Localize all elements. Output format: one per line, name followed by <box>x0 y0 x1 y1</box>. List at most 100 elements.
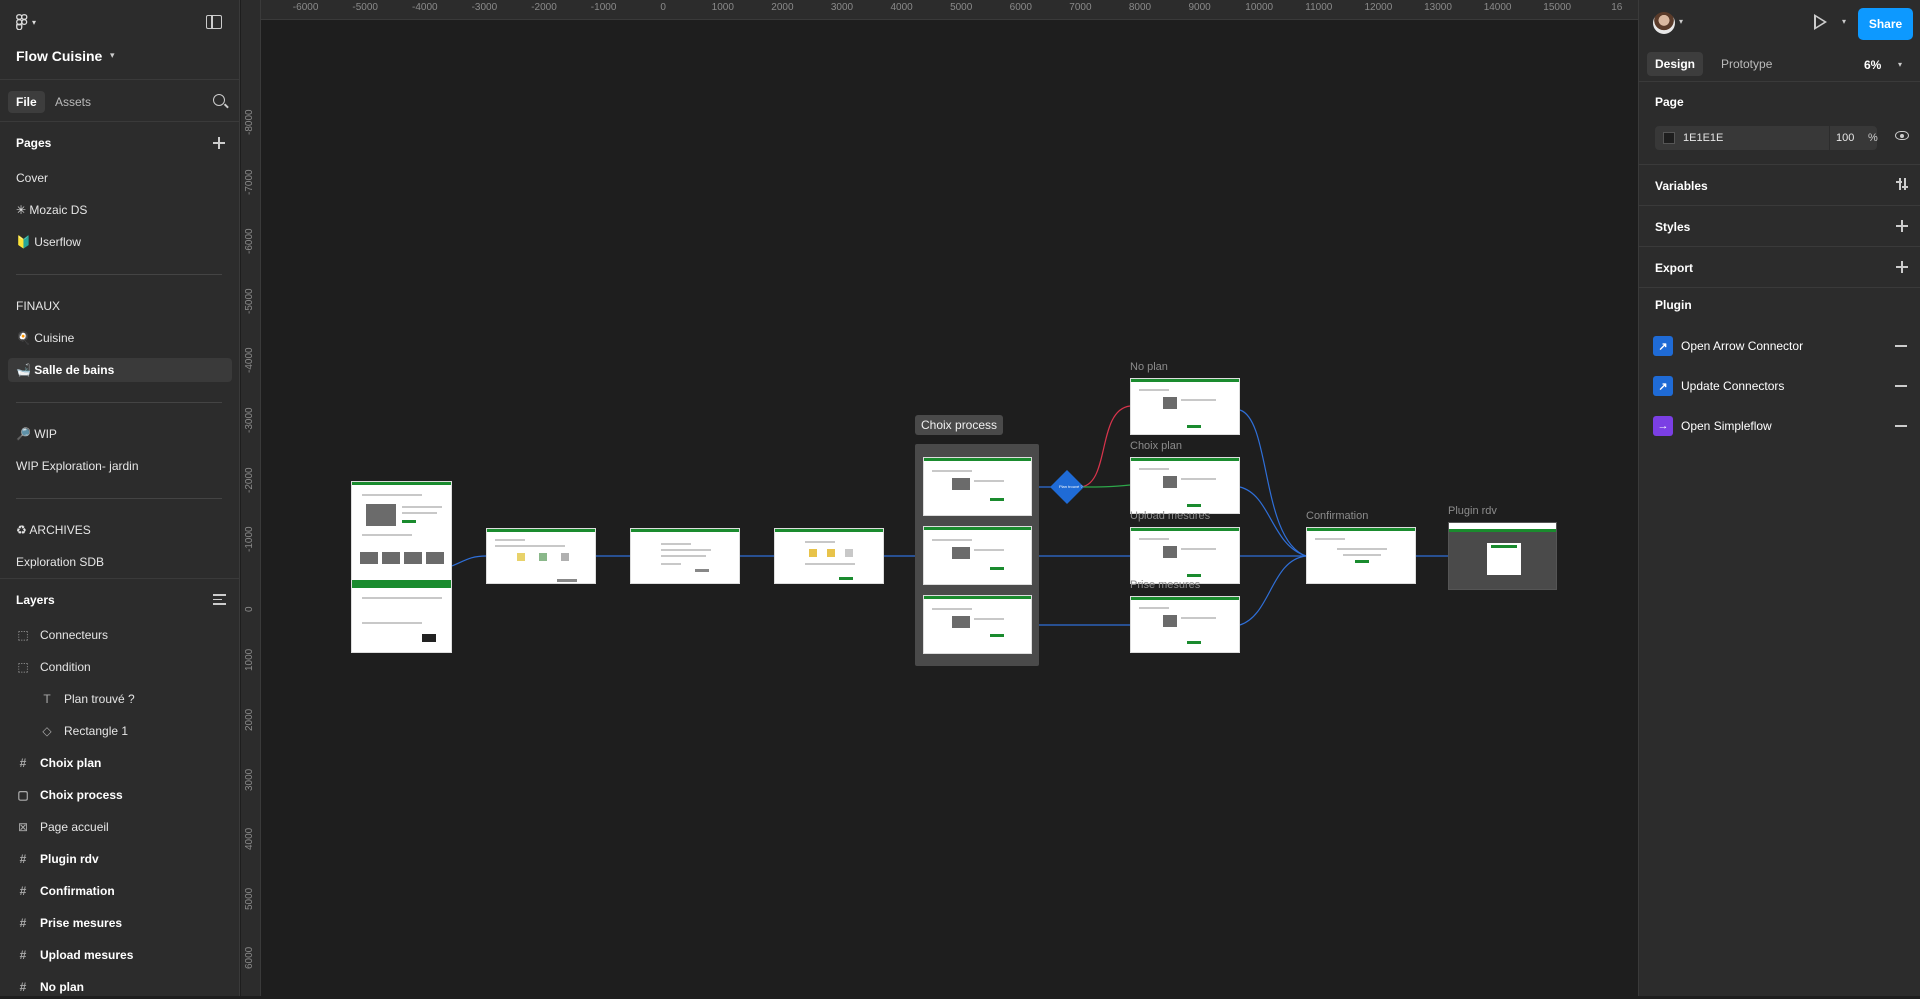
file-title[interactable]: Flow Cuisine <box>16 48 102 64</box>
layer-item[interactable]: # Prise mesures <box>16 911 122 935</box>
page-item-selected[interactable]: 🛁 Salle de bains <box>8 358 232 382</box>
file-header: ▾ Flow Cuisine ▾ <box>0 0 240 80</box>
page-item[interactable]: Cover <box>8 166 232 190</box>
page-background-field[interactable]: 1E1E1E 100 % <box>1655 126 1878 150</box>
avatar[interactable] <box>1653 12 1675 34</box>
layer-item[interactable]: ⬚ Condition <box>16 655 91 679</box>
page-opacity-value[interactable]: 100 <box>1836 126 1854 150</box>
eye-icon[interactable] <box>1895 131 1909 140</box>
frame-upload-mesures[interactable] <box>1130 527 1240 584</box>
tab-assets[interactable]: Assets <box>47 91 99 113</box>
page-section-title: Page <box>1655 95 1684 109</box>
pages-header: Pages <box>16 136 52 150</box>
layer-item[interactable]: ▢ Choix process <box>16 783 122 807</box>
frame-icon: # <box>19 948 27 962</box>
plugin-icon: → <box>1653 416 1673 436</box>
page-item[interactable]: 🔰 Userflow <box>8 230 232 254</box>
styles-title: Styles <box>1655 220 1691 234</box>
frame-label-confirmation[interactable]: Confirmation <box>1306 510 1368 522</box>
toolbar-right: ▾ ▾ Share <box>1639 0 1920 46</box>
layer-item[interactable]: # Confirmation <box>16 879 115 903</box>
layer-label: No plan <box>40 980 84 994</box>
frame-label-no-plan[interactable]: No plan <box>1130 361 1168 373</box>
main-menu-button[interactable]: ▾ <box>16 14 36 30</box>
tab-prototype[interactable]: Prototype <box>1713 52 1780 76</box>
page-item[interactable]: 🔎 WIP <box>8 422 232 446</box>
present-play-icon[interactable] <box>1814 14 1827 30</box>
frame-step-3[interactable] <box>630 528 740 584</box>
frame-plugin-rdv[interactable] <box>1448 522 1557 590</box>
layer-label: Prise mesures <box>40 916 123 930</box>
layers-header: Layers <box>16 593 55 607</box>
plugin-item[interactable]: → Open Simpleflow <box>1653 414 1772 438</box>
plugin-icon: ↗ <box>1653 336 1673 356</box>
frame-step-2[interactable] <box>486 528 596 584</box>
frame-label-upload[interactable]: Upload mesures <box>1130 510 1210 522</box>
chevron-down-icon[interactable]: ▾ <box>1679 17 1683 26</box>
add-page-icon[interactable] <box>213 137 225 149</box>
chevron-down-icon[interactable]: ▾ <box>1842 17 1846 26</box>
frame-label-prise[interactable]: Prise mesures <box>1130 579 1200 591</box>
zoom-level[interactable]: 6% <box>1864 58 1881 72</box>
add-export-icon[interactable] <box>1896 261 1908 273</box>
frame-no-plan[interactable] <box>1130 378 1240 435</box>
layer-item[interactable]: ⬚ Connecteurs <box>16 623 108 647</box>
layer-item[interactable]: ◇ Rectangle 1 <box>40 719 128 743</box>
frame-confirmation[interactable] <box>1306 527 1416 584</box>
frame-step-4[interactable] <box>774 528 884 584</box>
page-item[interactable]: FINAUX <box>8 294 232 318</box>
search-icon[interactable] <box>213 94 225 106</box>
remove-plugin-icon[interactable] <box>1895 385 1907 387</box>
layer-item[interactable]: T Plan trouvé ? <box>40 687 135 711</box>
add-style-icon[interactable] <box>1896 220 1908 232</box>
page-item[interactable]: WIP Exploration- jardin <box>8 454 232 478</box>
sidebar-toggle-icon[interactable] <box>206 15 222 29</box>
chevron-down-icon[interactable]: ▾ <box>110 50 115 61</box>
color-swatch[interactable] <box>1663 132 1675 144</box>
layer-item[interactable]: # Choix plan <box>16 751 102 775</box>
plugin-label: Update Connectors <box>1681 379 1785 393</box>
page-color-hex[interactable]: 1E1E1E <box>1683 126 1723 150</box>
layer-item[interactable]: # Upload mesures <box>16 943 134 967</box>
page-divider <box>16 274 222 275</box>
collapse-layers-icon[interactable] <box>213 594 226 605</box>
frame-prise-mesures[interactable] <box>1130 596 1240 653</box>
layer-item[interactable]: # No plan <box>16 975 84 999</box>
canvas[interactable]: -7000-6000-5000-4000-3000-2000-100001000… <box>241 0 1638 996</box>
layer-label: Plan trouvé ? <box>64 692 135 706</box>
plugin-item[interactable]: ↗ Open Arrow Connector <box>1653 334 1803 358</box>
layer-item[interactable]: # Plugin rdv <box>16 847 99 871</box>
tab-file[interactable]: File <box>8 91 45 113</box>
page-item[interactable]: 🍳 Cuisine <box>8 326 232 350</box>
plugin-item[interactable]: ↗ Update Connectors <box>1653 374 1784 398</box>
share-button[interactable]: Share <box>1858 8 1913 40</box>
page-divider <box>16 498 222 499</box>
layer-label: Plugin rdv <box>40 852 99 866</box>
frame-page-accueil[interactable] <box>351 481 452 653</box>
variables-icon[interactable] <box>1896 178 1908 190</box>
variables-title[interactable]: Variables <box>1655 179 1708 193</box>
remove-plugin-icon[interactable] <box>1895 345 1907 347</box>
left-panel: ▾ Flow Cuisine ▾ File Assets Pages Cover… <box>0 0 240 996</box>
frame-icon: # <box>19 980 27 994</box>
frame-icon: # <box>19 916 27 930</box>
frame-label-choix-plan[interactable]: Choix plan <box>1130 440 1182 452</box>
page-item[interactable]: Exploration SDB <box>8 550 232 574</box>
frame-process-3[interactable] <box>923 595 1032 654</box>
frame-process-1[interactable] <box>923 457 1032 516</box>
page-item[interactable]: ✳ Mozaic DS <box>8 198 232 222</box>
page-opacity-field[interactable]: 100 % <box>1829 126 1878 150</box>
frame-choix-plan[interactable] <box>1130 457 1240 514</box>
remove-plugin-icon[interactable] <box>1895 425 1907 427</box>
plugin-label: Open Arrow Connector <box>1681 339 1804 353</box>
frame-process-2[interactable] <box>923 526 1032 585</box>
chevron-down-icon[interactable]: ▾ <box>1898 60 1902 69</box>
layer-label: Connecteurs <box>40 628 109 642</box>
layer-item[interactable]: ⊠ Page accueil <box>16 815 109 839</box>
section-tag-choix-process[interactable]: Choix process <box>915 415 1004 435</box>
plugin-title: Plugin <box>1655 298 1692 312</box>
layer-label: Condition <box>40 660 91 674</box>
tab-design[interactable]: Design <box>1647 52 1704 76</box>
frame-label-plugin-rdv[interactable]: Plugin rdv <box>1448 505 1497 517</box>
page-item[interactable]: ♻ ARCHIVES <box>8 518 232 542</box>
